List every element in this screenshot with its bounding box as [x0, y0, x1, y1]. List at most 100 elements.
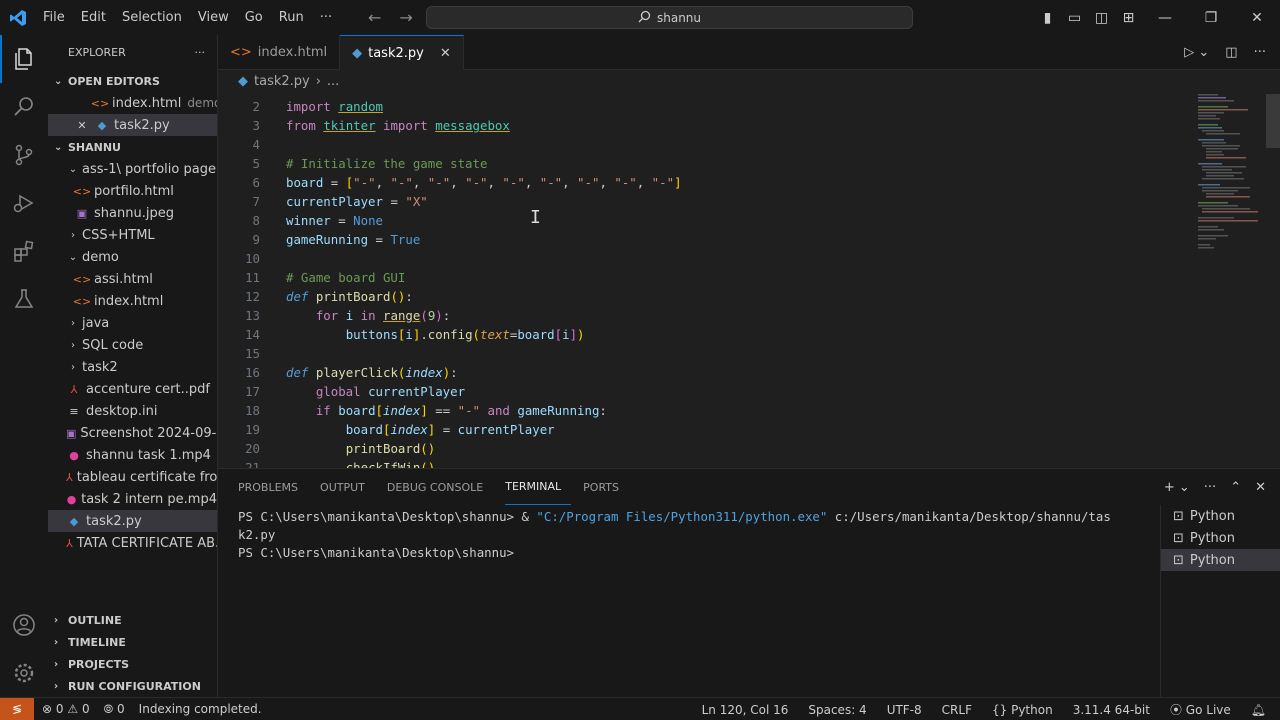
run-python-file-icon[interactable]: ▷ ⌄: [1184, 45, 1209, 60]
breadcrumb-symbols[interactable]: ...: [327, 74, 339, 89]
close-tab-icon[interactable]: ✕: [440, 46, 451, 61]
tab-index-html[interactable]: <> index.html: [218, 35, 341, 70]
outline-header[interactable]: › OUTLINE: [48, 609, 217, 631]
tree-item[interactable]: ⌄ ass-1\ portfolio page: [48, 158, 217, 180]
chevron-right-icon: ›: [54, 636, 59, 648]
customize-layout-icon[interactable]: ⊞: [1115, 10, 1142, 26]
indentation[interactable]: Spaces: 4: [808, 703, 866, 717]
forward-arrow-icon[interactable]: →: [399, 8, 412, 27]
explorer-title: EXPLORER: [68, 46, 126, 59]
encoding[interactable]: UTF-8: [887, 703, 922, 717]
close-panel-icon[interactable]: ✕: [1255, 480, 1266, 495]
tree-item[interactable]: ● shannu task 1.mp4: [48, 444, 217, 466]
tree-item[interactable]: › task2: [48, 356, 217, 378]
run-configuration-header[interactable]: › RUN CONFIGURATION: [48, 675, 217, 697]
menu-selection[interactable]: Selection: [114, 0, 190, 35]
language-mode[interactable]: {} Python: [992, 703, 1053, 717]
tree-item[interactable]: <> portfilo.html: [48, 180, 217, 202]
terminal-item[interactable]: ⊡ Python: [1161, 549, 1280, 571]
new-terminal-plus-icon[interactable]: + ⌄: [1164, 480, 1190, 495]
pdf-file-icon: ⅄: [66, 536, 73, 550]
go-live-button[interactable]: ⦿ Go Live: [1170, 701, 1231, 718]
menu-more[interactable]: ···: [312, 0, 340, 35]
tree-item[interactable]: ⅄ tableau certificate fro...: [48, 466, 217, 488]
manage-gear-icon[interactable]: [0, 649, 48, 697]
window-controls: ▮ ▭ ◫ ⊞ — ❐ ✕: [1034, 0, 1280, 35]
tree-item-label: accenture cert..pdf: [86, 381, 210, 397]
toggle-secondary-sidebar-icon[interactable]: ◫: [1088, 10, 1115, 26]
cursor-position[interactable]: Ln 120, Col 16: [702, 703, 789, 717]
accounts-icon[interactable]: [0, 601, 48, 649]
terminal-item[interactable]: ⊡ Python: [1161, 527, 1280, 549]
tree-item[interactable]: ◆ task2.py: [48, 510, 217, 532]
python-file-icon: ◆: [69, 514, 79, 528]
toggle-primary-sidebar-icon[interactable]: ▮: [1034, 10, 1061, 26]
menu-go[interactable]: Go: [237, 0, 271, 35]
source-control-icon[interactable]: [0, 131, 48, 179]
notifications-bell-icon[interactable]: 🔔︎: [1251, 703, 1266, 717]
tab-debug-console[interactable]: DEBUG CONSOLE: [387, 469, 493, 505]
remote-icon[interactable]: ≶: [0, 697, 34, 720]
minimap[interactable]: [1196, 92, 1266, 252]
more-actions-icon[interactable]: ···: [195, 46, 206, 59]
extensions-icon[interactable]: [0, 227, 48, 275]
close-window-icon[interactable]: ✕: [1234, 10, 1280, 26]
terminal-item[interactable]: ⊡ Python: [1161, 505, 1280, 527]
tree-item[interactable]: › CSS+HTML: [48, 224, 217, 246]
tree-item[interactable]: ⅄ accenture cert..pdf: [48, 378, 217, 400]
more-actions-icon[interactable]: ···: [1254, 45, 1266, 60]
python-interpreter[interactable]: 3.11.4 64-bit: [1073, 703, 1150, 717]
tab-problems[interactable]: PROBLEMS: [238, 469, 308, 505]
tree-item[interactable]: ⌄ demo: [48, 246, 217, 268]
tree-item[interactable]: ▣ shannu.jpeg: [48, 202, 217, 224]
tree-item[interactable]: › java: [48, 312, 217, 334]
split-editor-icon[interactable]: ◫: [1225, 45, 1237, 60]
toggle-panel-icon[interactable]: ▭: [1061, 10, 1088, 26]
code-line: 13 for i in range(9):: [245, 308, 451, 323]
problems-status[interactable]: ⊗ 0 ⚠ 0: [42, 702, 90, 716]
workspace-header[interactable]: ⌄ SHANNU: [48, 136, 217, 158]
menu-run[interactable]: Run: [271, 0, 312, 35]
tree-item[interactable]: ⅄ TATA CERTIFICATE AB...: [48, 532, 217, 554]
html-file-icon: <>: [72, 272, 92, 286]
open-editor-index-html[interactable]: <> index.html demo: [48, 92, 217, 114]
close-icon[interactable]: ✕: [74, 119, 90, 132]
tab-terminal[interactable]: TERMINAL: [505, 469, 572, 505]
ports-status[interactable]: ⦾ 0: [104, 702, 125, 717]
end-of-line[interactable]: CRLF: [942, 703, 972, 717]
tree-item[interactable]: › SQL code: [48, 334, 217, 356]
command-center-search[interactable]: shannu: [426, 6, 913, 29]
testing-flask-icon[interactable]: [0, 275, 48, 323]
code-editor[interactable]: 2 import random 3 from tkinter import mess…: [218, 92, 1280, 468]
python-file-icon: ◆: [238, 73, 248, 89]
chevron-right-icon: ›: [71, 229, 75, 241]
menu-file[interactable]: File: [35, 0, 73, 35]
run-debug-icon[interactable]: [0, 179, 48, 227]
restore-icon[interactable]: ❐: [1188, 10, 1234, 26]
timeline-header[interactable]: › TIMELINE: [48, 631, 217, 653]
open-editors-header[interactable]: ⌄ OPEN EDITORS: [48, 70, 217, 92]
code-lines: 2 import random 3 from tkinter import mess…: [218, 97, 1188, 468]
tree-item[interactable]: ≡ desktop.ini: [48, 400, 217, 422]
menu-edit[interactable]: Edit: [73, 0, 114, 35]
terminal-output[interactable]: PS C:\Users\manikanta\Desktop\shannu> & …: [238, 509, 1128, 563]
more-actions-icon[interactable]: ···: [1204, 480, 1216, 495]
explorer-icon[interactable]: [0, 35, 48, 83]
tab-ports[interactable]: PORTS: [583, 469, 629, 505]
tab-task2-py[interactable]: ◆ task2.py ✕: [340, 35, 464, 70]
back-arrow-icon[interactable]: ←: [368, 8, 381, 27]
open-editor-task2-py[interactable]: ✕ ◆ task2.py: [48, 114, 217, 136]
projects-header[interactable]: › PROJECTS: [48, 653, 217, 675]
tree-item[interactable]: <> index.html: [48, 290, 217, 312]
tab-output[interactable]: OUTPUT: [320, 469, 375, 505]
maximize-panel-chevron-up-icon[interactable]: ⌃: [1230, 480, 1241, 495]
search-view-icon[interactable]: [0, 83, 48, 131]
tree-item[interactable]: ● task 2 intern pe.mp4: [48, 488, 217, 510]
breadcrumb-file[interactable]: task2.py: [254, 74, 310, 89]
tree-item[interactable]: <> assi.html: [48, 268, 217, 290]
menu-view[interactable]: View: [190, 0, 237, 35]
tree-item[interactable]: ▣Screenshot 2024-09-0...: [48, 422, 217, 444]
editor-scrollbar[interactable]: [1266, 94, 1280, 148]
minimize-icon[interactable]: —: [1142, 10, 1188, 26]
tree-item-label: Screenshot 2024-09-0...: [80, 425, 217, 441]
